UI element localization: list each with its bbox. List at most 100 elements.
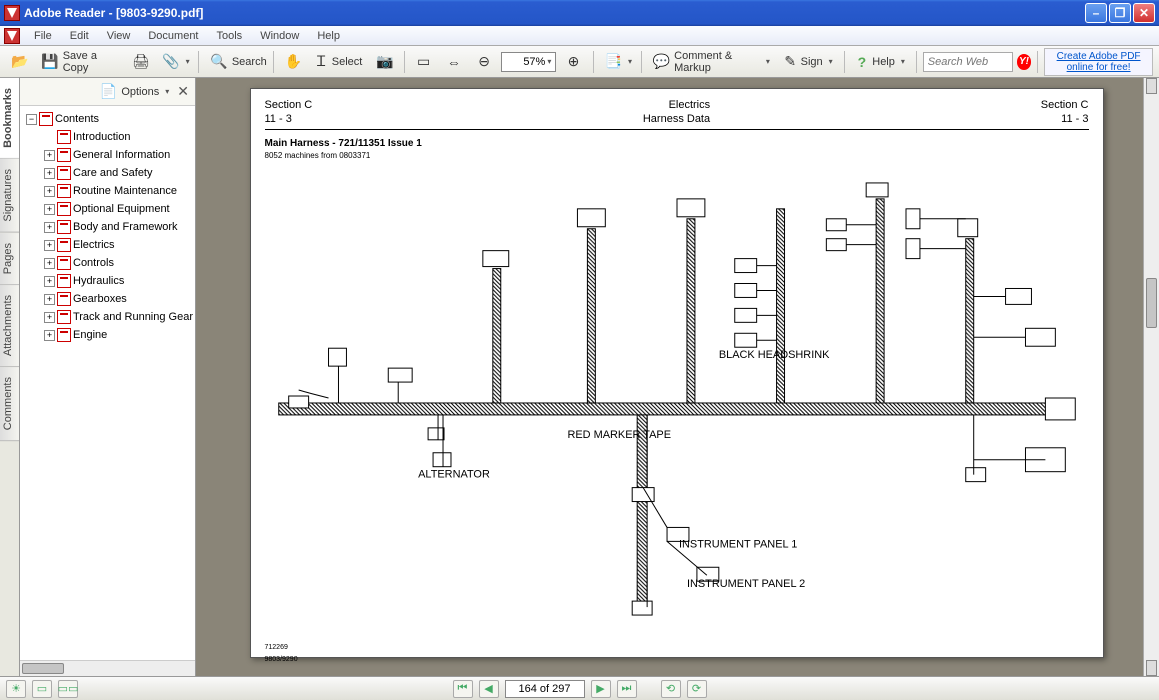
view-facing[interactable]: ▭▭ (58, 680, 78, 698)
zoom-value[interactable]: 57%▾ (501, 52, 556, 72)
hand-tool[interactable]: ✋ (280, 50, 306, 74)
maximize-button[interactable]: ❐ (1109, 3, 1131, 23)
bookmark-item[interactable]: +Body and Framework (22, 218, 193, 236)
pdf-bookmark-icon (57, 184, 71, 198)
sign-button[interactable]: ✎Sign▾ (779, 50, 838, 74)
create-pdf-link[interactable]: Create Adobe PDF online for free! (1044, 48, 1153, 76)
page-number-box[interactable]: 164 of 297 (505, 680, 585, 698)
bookmark-item[interactable]: +Controls (22, 254, 193, 272)
bookmarks-options[interactable]: 📄Options▾ (99, 83, 169, 101)
bookmark-item[interactable]: +Engine (22, 326, 193, 344)
fit-width[interactable]: ⇔ (441, 50, 467, 74)
vertical-scrollbar[interactable] (1143, 78, 1159, 676)
expand-icon[interactable]: + (44, 204, 55, 215)
bookmarks-close[interactable]: ✕ (177, 83, 189, 100)
save-label: Save a Copy (63, 50, 118, 74)
menu-help[interactable]: Help (309, 28, 348, 44)
printer-icon: 🖨 (132, 53, 150, 71)
expand-icon[interactable]: + (44, 168, 55, 179)
bookmark-item[interactable]: +General Information (22, 146, 193, 164)
header-mid: Electrics (669, 99, 711, 111)
open-button[interactable]: 📂 (6, 50, 32, 74)
back-view-button[interactable]: ⟲ (661, 680, 681, 698)
pdf-bookmark-icon (57, 310, 71, 324)
sidetab-pages[interactable]: Pages (0, 233, 19, 285)
bookmark-label: Care and Safety (73, 167, 153, 179)
menu-tools[interactable]: Tools (209, 28, 251, 44)
zoom-out[interactable]: ⊖ (471, 50, 497, 74)
pdf-bookmark-icon (57, 238, 71, 252)
bookmark-item[interactable]: + Gearboxes (22, 290, 193, 308)
bookmark-label: Electrics (73, 239, 115, 251)
document-area[interactable]: Section C11 - 3 ElectricsHarness Data Se… (196, 78, 1159, 676)
comment-button[interactable]: 💬Comment & Markup▾ (648, 50, 775, 74)
page-icon: ▭ (415, 53, 431, 71)
view-single[interactable]: ☀ (6, 680, 26, 698)
comment-label: Comment & Markup (674, 50, 760, 74)
pdf-bookmark-icon (57, 328, 71, 342)
close-button[interactable]: ✕ (1133, 3, 1155, 23)
collapse-icon[interactable]: − (26, 114, 37, 125)
hand-icon: ✋ (285, 53, 302, 71)
help-button[interactable]: ?Help▾ (851, 50, 910, 74)
print-button[interactable]: 🖨 (127, 50, 153, 74)
sidetab-attachments[interactable]: Attachments (0, 285, 19, 367)
pdf-bookmark-icon (57, 256, 71, 270)
view-continuous[interactable]: ▭ (32, 680, 52, 698)
forward-view-button[interactable]: ⟳ (687, 680, 707, 698)
bookmark-item[interactable]: +Optional Equipment (22, 200, 193, 218)
toolbar: 📂 💾Save a Copy 🖨 📎▾ 🔍Search ✋ ᏆSelect 📷 … (0, 46, 1159, 78)
expand-icon[interactable]: + (44, 312, 55, 323)
bookmarks-hscroll[interactable] (20, 660, 195, 676)
bookmarks-panel: 📄Options▾ ✕ − Contents Introduction+Gene… (20, 78, 196, 676)
zoom-in[interactable]: ⊕ (560, 50, 586, 74)
expand-icon[interactable]: + (44, 222, 55, 233)
fit-page[interactable]: ▭ (410, 50, 436, 74)
menu-view[interactable]: View (99, 28, 139, 44)
select-tool[interactable]: ᏆSelect (310, 50, 367, 74)
sidetab-comments[interactable]: Comments (0, 367, 19, 441)
wiring-diagram: RED MARKER TAPE BLACK HEADSHRINK ALTERNA… (265, 169, 1089, 627)
menu-document[interactable]: Document (140, 28, 206, 44)
first-page-button[interactable]: ⏮ (453, 680, 473, 698)
side-tabs: Bookmarks Signatures Pages Attachments C… (0, 78, 20, 676)
bookmark-item[interactable]: +Routine Maintenance (22, 182, 193, 200)
expand-icon[interactable]: + (44, 294, 55, 305)
bookmark-item[interactable]: +Hydraulics (22, 272, 193, 290)
bookmark-label: Gearboxes (73, 293, 127, 305)
bookmark-item[interactable]: Introduction (22, 128, 193, 146)
sidetab-signatures[interactable]: Signatures (0, 159, 19, 233)
snapshot-tool[interactable]: 📷 (371, 50, 397, 74)
expand-icon[interactable]: + (44, 276, 55, 287)
yahoo-icon[interactable]: Y! (1017, 54, 1031, 70)
prev-page-button[interactable]: ◀ (479, 680, 499, 698)
menu-window[interactable]: Window (252, 28, 307, 44)
expand-icon[interactable]: + (44, 258, 55, 269)
tree-root[interactable]: − Contents (22, 110, 193, 128)
page-title: Main Harness - 721/11351 Issue 1 (265, 138, 1089, 149)
menu-file[interactable]: File (26, 28, 60, 44)
paperclip-icon: 📎 (162, 53, 179, 71)
last-page-button[interactable]: ⏭ (617, 680, 637, 698)
comment-icon: 💬 (653, 53, 670, 71)
app-icon (4, 5, 20, 21)
save-copy-button[interactable]: 💾 Save a Copy (36, 50, 123, 74)
search-button[interactable]: 🔍Search (205, 50, 266, 74)
bookmark-item[interactable]: +Track and Running Gear (22, 308, 193, 326)
bookmark-item[interactable]: + Care and Safety (22, 164, 193, 182)
disk-icon: 💾 (41, 53, 58, 71)
expand-icon[interactable]: + (44, 150, 55, 161)
menu-edit[interactable]: Edit (62, 28, 97, 44)
next-page-button[interactable]: ▶ (591, 680, 611, 698)
search-web-input[interactable] (923, 52, 1013, 72)
sidetab-bookmarks[interactable]: Bookmarks (0, 78, 19, 159)
expand-icon[interactable]: + (44, 186, 55, 197)
attach-button[interactable]: 📎▾ (157, 50, 192, 74)
minimize-button[interactable]: – (1085, 3, 1107, 23)
rotate-button[interactable]: 📑▾ (600, 50, 635, 74)
expand-icon[interactable]: + (44, 240, 55, 251)
expand-icon[interactable]: + (44, 330, 55, 341)
pdf-page: Section C11 - 3 ElectricsHarness Data Se… (250, 88, 1104, 658)
pdf-bookmark-icon (57, 130, 71, 144)
bookmark-item[interactable]: + Electrics (22, 236, 193, 254)
